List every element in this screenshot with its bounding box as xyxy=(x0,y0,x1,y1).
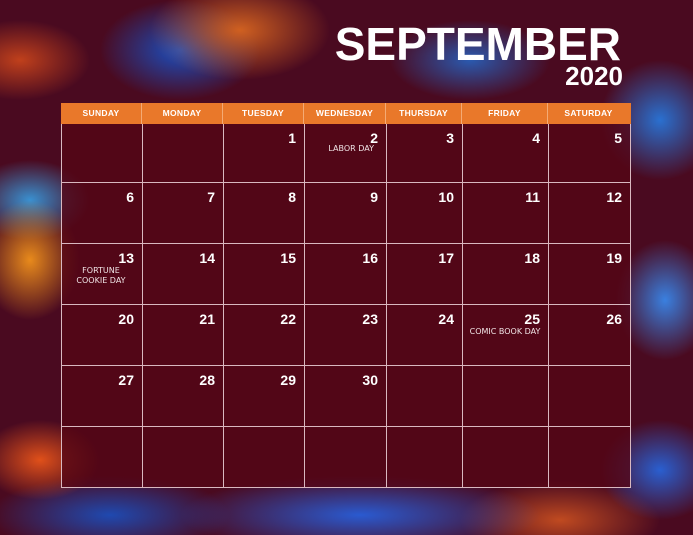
day-number: 9 xyxy=(370,189,378,205)
day-cell[interactable] xyxy=(305,427,387,487)
day-cell[interactable]: 23 xyxy=(305,305,387,366)
weekday-thursday: THURSDAY xyxy=(386,103,462,124)
day-cell[interactable] xyxy=(463,366,549,427)
weekday-header: SUNDAY MONDAY TUESDAY WEDNESDAY THURSDAY… xyxy=(61,103,631,124)
day-number: 23 xyxy=(362,311,378,327)
weekday-saturday: SATURDAY xyxy=(564,108,613,118)
holiday-note: FORTUNE COOKIE DAY xyxy=(76,266,126,285)
weekday-wednesday: WEDNESDAY xyxy=(304,103,386,124)
day-number: 30 xyxy=(362,372,378,388)
holiday-note: LABOR DAY xyxy=(328,144,374,153)
day-cell[interactable]: 5 xyxy=(549,124,630,183)
day-cell[interactable]: 30 xyxy=(305,366,387,427)
day-cell[interactable]: 6 xyxy=(62,183,143,244)
day-number: 8 xyxy=(288,189,296,205)
day-cell[interactable] xyxy=(62,124,143,183)
day-number: 14 xyxy=(199,250,215,266)
day-cell[interactable]: 11 xyxy=(463,183,549,244)
weekday-sunday: SUNDAY xyxy=(61,103,142,124)
day-cell[interactable]: 2 LABOR DAY xyxy=(305,124,387,183)
day-cell[interactable]: 29 xyxy=(224,366,305,427)
day-cell[interactable]: 19 xyxy=(549,244,630,305)
day-number: 28 xyxy=(199,372,215,388)
day-number: 20 xyxy=(118,311,134,327)
day-cell[interactable]: 7 xyxy=(143,183,224,244)
day-number: 10 xyxy=(438,189,454,205)
day-cell[interactable] xyxy=(463,427,549,487)
calendar: SUNDAY MONDAY TUESDAY WEDNESDAY THURSDAY… xyxy=(61,103,631,488)
weekday-friday: FRIDAY xyxy=(462,103,548,124)
day-number: 25 xyxy=(524,311,540,327)
day-cell[interactable]: 15 xyxy=(224,244,305,305)
day-cell[interactable]: 21 xyxy=(143,305,224,366)
day-number: 6 xyxy=(126,189,134,205)
day-cell[interactable]: 9 xyxy=(305,183,387,244)
day-cell[interactable]: 24 xyxy=(387,305,463,366)
day-cell[interactable]: 13 FORTUNE COOKIE DAY xyxy=(62,244,143,305)
day-cell[interactable] xyxy=(143,124,224,183)
day-cell[interactable]: 22 xyxy=(224,305,305,366)
holiday-note: COMIC BOOK DAY xyxy=(469,327,541,336)
day-cell[interactable] xyxy=(549,366,630,427)
day-cell[interactable] xyxy=(62,427,143,487)
day-grid: 1 2 LABOR DAY 3 4 5 6 7 8 9 10 11 12 13 FORTUNE COOKIE… xyxy=(61,124,631,488)
day-cell[interactable]: 8 xyxy=(224,183,305,244)
day-cell[interactable] xyxy=(549,427,630,487)
day-number: 16 xyxy=(362,250,378,266)
day-cell[interactable]: 26 xyxy=(549,305,630,366)
weekday-monday: MONDAY xyxy=(142,103,223,124)
year-label: 2020 xyxy=(565,61,623,91)
day-number: 21 xyxy=(199,311,215,327)
day-number: 27 xyxy=(118,372,134,388)
day-cell[interactable]: 10 xyxy=(387,183,463,244)
day-number: 1 xyxy=(288,130,296,146)
day-number: 11 xyxy=(525,189,540,205)
day-cell[interactable]: 27 xyxy=(62,366,143,427)
day-number: 17 xyxy=(438,250,454,266)
day-cell[interactable] xyxy=(387,427,463,487)
day-cell[interactable]: 14 xyxy=(143,244,224,305)
day-number: 3 xyxy=(446,130,454,146)
day-cell[interactable]: 16 xyxy=(305,244,387,305)
day-number: 29 xyxy=(280,372,296,388)
day-cell[interactable]: 20 xyxy=(62,305,143,366)
day-cell[interactable] xyxy=(143,427,224,487)
day-number: 15 xyxy=(280,250,296,266)
weekday-tuesday: TUESDAY xyxy=(223,103,304,124)
day-number: 12 xyxy=(606,189,622,205)
day-number: 18 xyxy=(524,250,540,266)
day-cell[interactable]: 1 xyxy=(224,124,305,183)
day-cell[interactable]: 4 xyxy=(463,124,549,183)
day-number: 19 xyxy=(606,250,622,266)
day-cell[interactable] xyxy=(387,366,463,427)
day-number: 13 xyxy=(118,250,134,266)
day-number: 22 xyxy=(280,311,296,327)
day-number: 26 xyxy=(606,311,622,327)
day-cell[interactable]: 18 xyxy=(463,244,549,305)
day-cell[interactable]: 17 xyxy=(387,244,463,305)
day-cell[interactable] xyxy=(224,427,305,487)
day-number: 5 xyxy=(614,130,622,146)
day-number: 24 xyxy=(438,311,454,327)
day-cell[interactable]: 3 xyxy=(387,124,463,183)
day-cell[interactable]: 28 xyxy=(143,366,224,427)
day-cell[interactable]: 12 xyxy=(549,183,630,244)
day-number: 4 xyxy=(532,130,540,146)
day-number: 7 xyxy=(207,189,215,205)
day-cell[interactable]: 25 COMIC BOOK DAY xyxy=(463,305,549,366)
